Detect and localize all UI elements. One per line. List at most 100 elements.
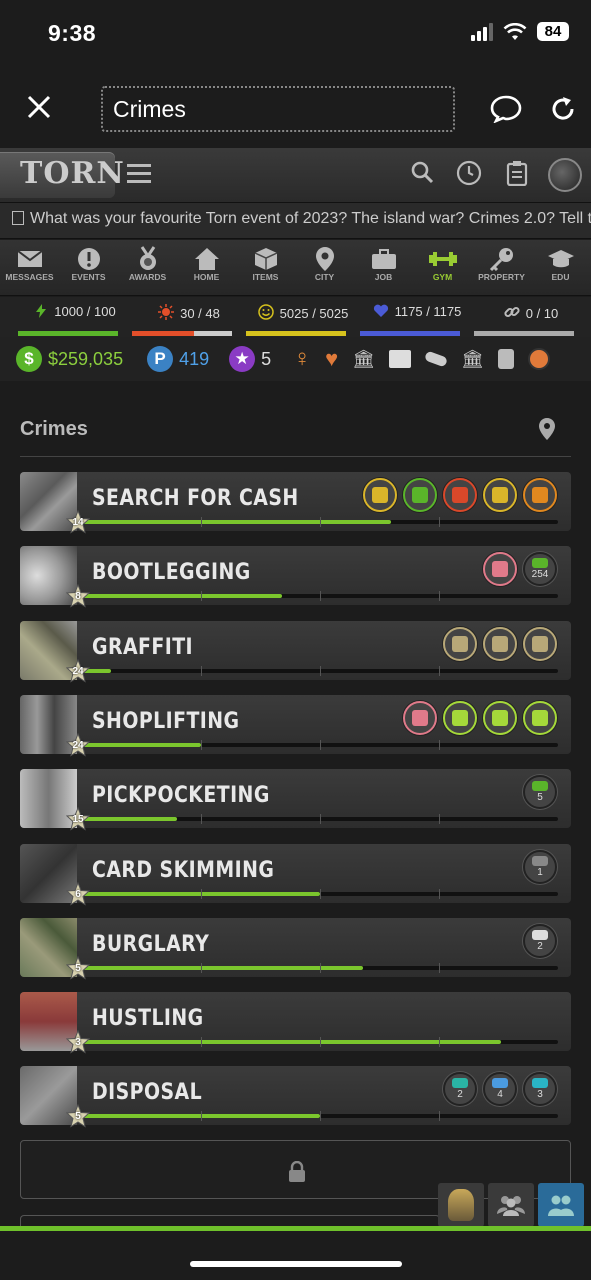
crime-progress-fill (82, 520, 392, 524)
map-pin-icon (295, 246, 354, 272)
trash-icon[interactable] (363, 478, 397, 512)
location-pin-icon[interactable] (538, 417, 556, 446)
nav-label: CITY (314, 272, 335, 282)
crime-row-burglary[interactable]: BURGLARY 5 2 (20, 917, 571, 980)
subway-icon[interactable] (443, 478, 477, 512)
job-status-icon[interactable] (389, 350, 412, 368)
crime-row-disposal[interactable]: DISPOSAL 5 2 4 3 (20, 1066, 571, 1128)
search-icon[interactable] (410, 160, 434, 189)
nav-item-edu[interactable]: EDU (531, 240, 590, 295)
npc-chat-button[interactable] (438, 1183, 484, 1227)
subcrime-glyph (532, 709, 548, 726)
river-icon[interactable] (483, 478, 517, 512)
group-chat-button[interactable] (488, 1183, 534, 1227)
chair-icon[interactable]: 4 (483, 1072, 517, 1107)
no-camera-icon[interactable] (443, 700, 477, 735)
bricks-icon[interactable]: 2 (443, 1072, 477, 1107)
crime-row-card-skimming[interactable]: CARD SKIMMING 6 1 (20, 843, 571, 906)
drug-icon[interactable] (424, 350, 449, 368)
no-guard-icon[interactable] (523, 700, 557, 735)
clipboard-icon[interactable] (506, 160, 528, 191)
crime-row-pickpocketing[interactable]: PICKPOCKETING 15 5 (20, 769, 571, 831)
page-title-field[interactable]: Crimes (101, 86, 455, 132)
subcrime-glyph (532, 487, 548, 503)
menu-icon[interactable] (127, 164, 151, 188)
bar-track (246, 331, 346, 336)
points-amount[interactable]: 419 (179, 349, 209, 370)
crowd-icon[interactable] (403, 478, 437, 512)
nav-item-job[interactable]: JOB (354, 240, 413, 295)
crime-row-search-for-cash[interactable]: SEARCH FOR CASH 14 (20, 472, 571, 534)
crime-level-star: 15 (66, 807, 90, 831)
crime-progress-track (82, 1037, 558, 1048)
torn-logo[interactable]: TORN (0, 152, 124, 198)
bank-investment-icon[interactable]: 🏛 (461, 349, 484, 370)
briefcase-icon (354, 246, 413, 272)
home-area (0, 1231, 591, 1280)
nav-item-home[interactable]: HOME (177, 240, 236, 295)
bar-nerve[interactable]: 30 / 48 (132, 304, 246, 337)
nav-label: GYM (432, 272, 453, 282)
coin-stack-icon[interactable]: 254 (523, 552, 557, 587)
candy-icon[interactable] (403, 700, 437, 735)
disk-stack-icon[interactable] (483, 552, 517, 587)
booster-icon[interactable] (527, 348, 550, 370)
keypad-icon[interactable]: 1 (523, 849, 557, 884)
fist-icon[interactable] (497, 349, 514, 369)
heart-icon[interactable]: ♥ (325, 346, 338, 372)
question-icon[interactable]: 2 (523, 923, 557, 958)
crime-row-bootlegging[interactable]: BOOTLEGGING 8 254 (20, 546, 571, 608)
bar-fill (18, 331, 118, 336)
progress-tick (439, 591, 440, 602)
nav-item-city[interactable]: CITY (295, 240, 354, 295)
progress-tick (439, 739, 440, 750)
city-block-icon[interactable] (523, 626, 557, 661)
crime-row-graffiti[interactable]: GRAFFITI 24 (20, 620, 571, 683)
nav-item-items[interactable]: ITEMS (236, 240, 295, 295)
tv-icon[interactable]: 3 (523, 1072, 557, 1107)
bar-happy[interactable]: 5025 / 5025 (246, 304, 360, 337)
nav-item-gym[interactable]: GYM (413, 240, 472, 295)
bar-track (360, 331, 460, 336)
no-camera-icon[interactable] (483, 700, 517, 735)
city-block-icon[interactable] (483, 626, 517, 661)
merits-amount[interactable]: 5 (261, 349, 271, 370)
crime-name: CARD SKIMMING (92, 857, 275, 883)
nav-item-events[interactable]: EVENTS (59, 240, 118, 295)
crime-name: BURGLARY (92, 931, 210, 957)
crime-row-hustling[interactable]: HUSTLING 3 (20, 992, 571, 1054)
people-icon (548, 1195, 574, 1216)
nav-item-property[interactable]: PROPERTY (472, 240, 531, 295)
crime-progress-track (82, 1111, 558, 1122)
beach-icon[interactable] (523, 478, 557, 512)
home-indicator[interactable] (190, 1261, 402, 1267)
friends-chat-button[interactable] (538, 1183, 584, 1227)
bar-life[interactable]: 1175 / 1175 (360, 304, 474, 337)
reload-icon[interactable] (549, 95, 577, 128)
bar-energy[interactable]: 1000 / 100 (18, 304, 132, 337)
subcrime-glyph (412, 709, 428, 726)
chat-icon[interactable] (490, 95, 522, 128)
progress-tick (201, 1037, 202, 1048)
nav-label: HOME (193, 272, 220, 282)
city-block-icon[interactable] (443, 626, 477, 661)
crime-row-shoplifting[interactable]: SHOPLIFTING 24 (20, 694, 571, 757)
person-icon[interactable]: 5 (523, 775, 557, 810)
bar-fill (360, 331, 460, 336)
news-ticker[interactable]: What was your favourite Torn event of 20… (0, 203, 591, 239)
nav-item-awards[interactable]: AWARDS (118, 240, 177, 295)
signal-icon (471, 22, 493, 41)
bar-value: 5025 / 5025 (279, 306, 349, 321)
bank-icon[interactable]: 🏛 (352, 349, 375, 370)
clock-icon[interactable] (456, 160, 482, 191)
crime-level-value: 14 (72, 517, 84, 528)
nav-item-messages[interactable]: MESSAGES (0, 240, 59, 295)
crime-level-value: 3 (75, 1037, 81, 1049)
crime-progress-track (82, 591, 558, 602)
cash-amount[interactable]: $259,035 (48, 349, 123, 370)
avatar[interactable] (548, 158, 582, 192)
bar-chain[interactable]: 0 / 10 (474, 304, 588, 337)
house-icon (177, 246, 236, 272)
progress-tick (201, 739, 202, 750)
close-icon[interactable] (26, 94, 52, 128)
